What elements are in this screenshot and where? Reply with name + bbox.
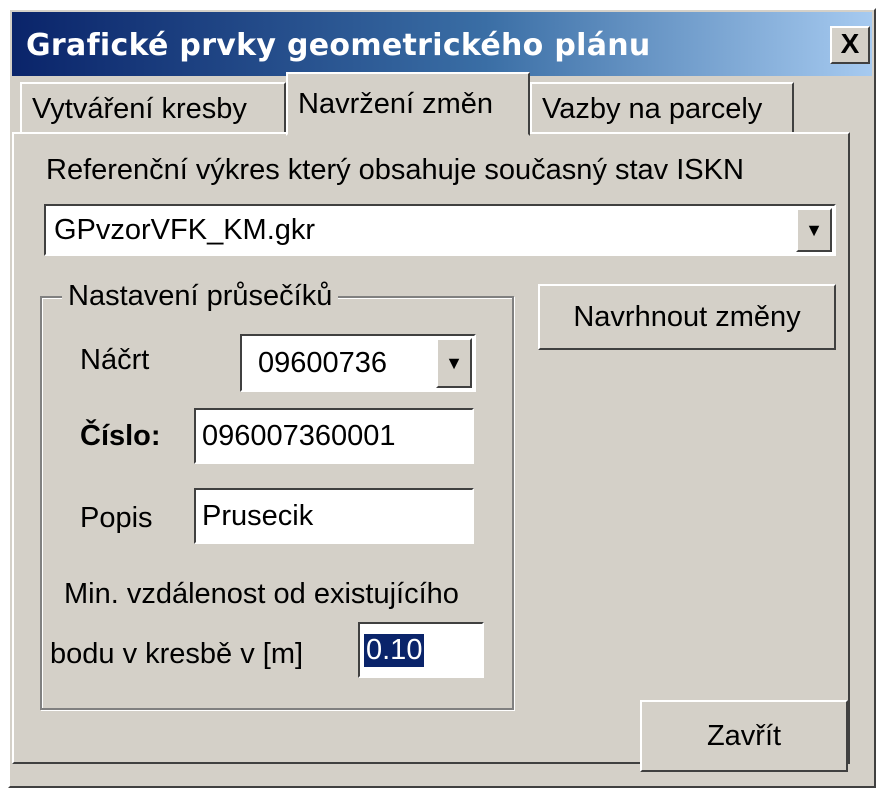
propose-changes-button[interactable]: Navrhnout změny [538, 284, 836, 350]
sketch-label: Náčrt [80, 344, 150, 376]
chevron-down-icon[interactable]: ▼ [436, 338, 472, 388]
number-label: Číslo: [80, 420, 161, 452]
chevron-down-icon[interactable]: ▼ [796, 208, 832, 252]
reference-drawing-select[interactable]: GPvzorVFK_KM.gkr ▼ [44, 204, 836, 256]
min-distance-value: 0.10 [364, 633, 425, 667]
sketch-select[interactable]: 09600736 ▼ [240, 334, 476, 392]
title-bar: Grafické prvky geometrického plánu X [12, 12, 872, 76]
tab-vytvareni-kresby[interactable]: Vytváření kresby [20, 82, 286, 134]
close-button[interactable]: Zavřít [640, 700, 848, 772]
intersections-group-label: Nastavení průsečíků [62, 280, 339, 313]
description-input[interactable]: Prusecik [194, 488, 474, 544]
close-icon[interactable]: X [830, 26, 870, 64]
active-tab-joint [288, 130, 528, 136]
min-distance-input[interactable]: 0.10 [358, 622, 484, 678]
description-label: Popis [80, 502, 153, 534]
window-title: Grafické prvky geometrického plánu [26, 28, 651, 63]
min-distance-label-2: bodu v kresbě v [m] [50, 638, 304, 670]
reference-label: Referenční výkres který obsahuje současn… [46, 154, 744, 186]
reference-drawing-value: GPvzorVFK_KM.gkr [54, 213, 316, 246]
sketch-value: 09600736 [258, 346, 388, 379]
tab-navrzeni-zmen[interactable]: Navržení změn [286, 72, 530, 136]
number-input[interactable]: 096007360001 [194, 408, 474, 464]
tab-vazby-na-parcely[interactable]: Vazby na parcely [530, 82, 794, 134]
min-distance-label-1: Min. vzdálenost od existujícího [64, 578, 459, 610]
